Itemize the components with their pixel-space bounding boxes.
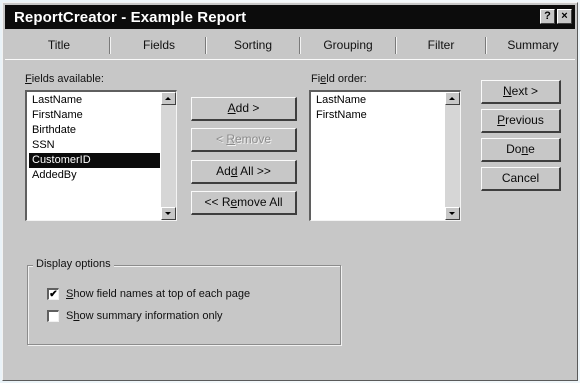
done-button[interactable]: Done <box>481 138 561 162</box>
list-item[interactable]: Birthdate <box>29 123 160 138</box>
tab-title[interactable]: Title <box>13 34 105 58</box>
scroll-down-button[interactable] <box>161 207 176 220</box>
tab-separator <box>485 37 487 54</box>
remove-all-button[interactable]: << Remove All <box>191 191 297 215</box>
arrow-down-icon <box>165 212 171 215</box>
field-order-label: Field order: <box>311 73 367 85</box>
title-bar[interactable]: ReportCreator - Example Report ? × <box>5 5 575 29</box>
add-all-button[interactable]: Add All >> <box>191 160 297 184</box>
list-item-selected[interactable]: CustomerID <box>29 153 160 168</box>
list-item[interactable]: SSN <box>29 138 160 153</box>
display-options-title: Display options <box>33 258 114 270</box>
report-creator-dialog: ReportCreator - Example Report ? × Title… <box>2 2 578 381</box>
tab-filter[interactable]: Filter <box>399 34 483 58</box>
show-summary-checkbox[interactable] <box>47 310 59 322</box>
list-item[interactable]: AddedBy <box>29 168 160 183</box>
tab-separator <box>109 37 111 54</box>
list-item[interactable]: LastName <box>313 93 444 108</box>
scroll-up-button[interactable] <box>445 92 460 105</box>
close-button[interactable]: × <box>557 9 572 24</box>
previous-button[interactable]: Previous <box>481 109 561 133</box>
scroll-down-button[interactable] <box>445 207 460 220</box>
tab-separator <box>395 37 397 54</box>
remove-button[interactable]: < Remove <box>191 128 297 152</box>
check-icon: ✔ <box>49 289 58 300</box>
add-button[interactable]: Add > <box>191 97 297 121</box>
help-button[interactable]: ? <box>540 9 555 24</box>
tab-separator <box>205 37 207 54</box>
show-summary-label[interactable]: Show summary information only <box>66 310 223 322</box>
show-field-names-checkbox[interactable]: ✔ <box>47 288 59 300</box>
next-button[interactable]: Next > <box>481 80 561 104</box>
field-order-list[interactable]: LastName FirstName <box>309 90 461 221</box>
arrow-up-icon <box>449 97 455 100</box>
vertical-scrollbar[interactable] <box>445 92 460 220</box>
scroll-up-button[interactable] <box>161 92 176 105</box>
window-title: ReportCreator - Example Report <box>14 9 247 26</box>
list-item[interactable]: LastName <box>29 93 160 108</box>
tab-strip: Title Fields Sorting Grouping Filter Sum… <box>5 31 575 60</box>
tab-grouping[interactable]: Grouping <box>303 34 393 58</box>
fields-available-label: Fields available: <box>25 73 104 85</box>
tab-summary[interactable]: Summary <box>489 34 577 58</box>
arrow-up-icon <box>165 97 171 100</box>
help-icon: ? <box>544 10 551 22</box>
close-icon: × <box>561 10 568 22</box>
list-item[interactable]: FirstName <box>313 108 444 123</box>
display-options-group <box>27 265 341 345</box>
show-field-names-label[interactable]: Show field names at top of each page <box>66 288 250 300</box>
tab-separator <box>299 37 301 54</box>
arrow-down-icon <box>449 212 455 215</box>
tab-fields[interactable]: Fields <box>113 34 205 58</box>
fields-available-list[interactable]: LastName FirstName Birthdate SSN Custome… <box>25 90 177 221</box>
tab-sorting[interactable]: Sorting <box>209 34 297 58</box>
cancel-button[interactable]: Cancel <box>481 167 561 191</box>
vertical-scrollbar[interactable] <box>161 92 176 220</box>
list-item[interactable]: FirstName <box>29 108 160 123</box>
